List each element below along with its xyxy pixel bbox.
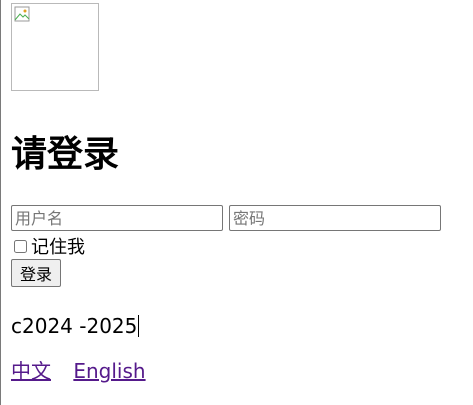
login-form: 记住我 登录 — [11, 205, 461, 287]
login-button[interactable]: 登录 — [11, 259, 62, 287]
language-link-en[interactable]: English — [73, 359, 145, 383]
remember-me[interactable]: 记住我 — [11, 235, 461, 258]
broken-image-icon — [14, 6, 30, 22]
logo-image — [11, 3, 99, 91]
copyright-text: c2024 -2025 — [11, 314, 138, 338]
copyright-line: c2024 -2025 — [11, 313, 140, 339]
page-title: 请登录 — [11, 134, 120, 175]
password-input[interactable] — [229, 205, 441, 231]
credentials-row — [11, 205, 461, 231]
remember-label: 记住我 — [31, 237, 85, 258]
text-caret — [138, 315, 140, 337]
language-switcher: 中文 English — [11, 358, 162, 384]
remember-checkbox[interactable] — [14, 239, 27, 253]
login-page: 请登录 记住我 登录 c2024 -2025 中文 English — [11, 3, 461, 383]
language-link-zh[interactable]: 中文 — [11, 359, 51, 383]
username-input[interactable] — [11, 205, 223, 231]
